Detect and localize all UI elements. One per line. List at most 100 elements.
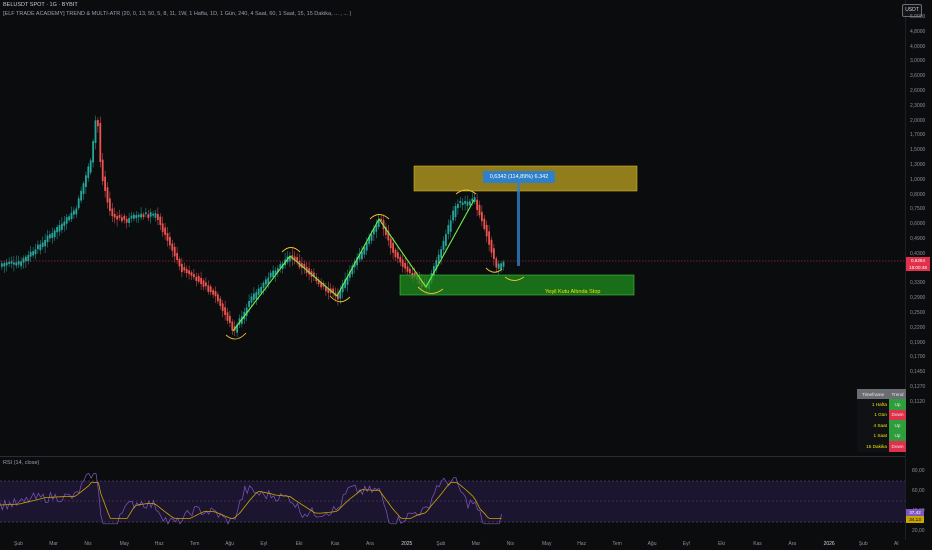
candle-body	[22, 258, 25, 263]
candle-body	[130, 215, 133, 219]
time-axis-label: Eki	[718, 541, 725, 547]
time-axis-label: Mar	[471, 541, 481, 547]
candle-body	[166, 233, 169, 241]
price-axis-label: 6,0000	[910, 14, 926, 20]
current-price-value: 0,6254	[910, 258, 926, 263]
candle-body	[101, 159, 104, 182]
pane-separator[interactable]	[0, 456, 905, 457]
price-candles	[1, 115, 505, 337]
candle-body	[483, 218, 486, 229]
candle-body	[17, 261, 20, 265]
candle-body	[219, 298, 222, 306]
candle-body	[87, 166, 90, 178]
rsi-legend[interactable]: RSI (14, close)	[3, 460, 39, 466]
candle-body	[473, 197, 476, 202]
trend-timeframe: 1 Hafta	[857, 399, 889, 410]
candle-body	[248, 300, 250, 308]
candle-body	[104, 176, 106, 192]
price-axis-label: 1,0000	[910, 176, 926, 183]
zigzag-pattern[interactable]	[232, 199, 475, 332]
time-axis-label: May	[542, 541, 552, 547]
rsi-axis-label: 60,00	[912, 488, 925, 494]
candle-body	[80, 190, 82, 201]
candle-body	[224, 307, 226, 316]
candle-body	[478, 204, 481, 216]
main-chart[interactable]	[0, 0, 932, 550]
time-axis-label: Nis	[84, 541, 92, 547]
candle-body	[495, 258, 498, 268]
candle-body	[181, 263, 183, 273]
candle-body	[1, 263, 3, 267]
indicator-legend[interactable]: [ELF TRADE ACADEMY] TREND & MULTI-ATR (2…	[3, 11, 351, 17]
time-axis-label: Şub	[14, 541, 23, 547]
candle-body	[56, 227, 58, 233]
candle-body	[488, 231, 490, 245]
candle-body	[459, 200, 462, 204]
candle-body	[149, 212, 152, 217]
candle-body	[152, 213, 154, 216]
price-axis-label: 0,3300	[910, 280, 926, 287]
candle-body	[202, 280, 205, 287]
candle-body	[452, 210, 454, 221]
candle-body	[497, 263, 500, 269]
candle-body	[176, 253, 178, 261]
time-axis-label: Eki	[295, 541, 303, 547]
candle-body	[440, 249, 442, 258]
candle-body	[154, 213, 157, 218]
candle-body	[99, 123, 102, 163]
price-axis-label: 0,4900	[910, 236, 926, 242]
candle-body	[260, 286, 262, 293]
stop-label: Yeşil Kutu Altında Stop	[545, 289, 601, 295]
rsi-axis-label: 20,00	[912, 528, 925, 534]
candle-body	[250, 296, 253, 303]
candle-body	[207, 285, 210, 292]
measure-bar[interactable]	[517, 182, 520, 266]
candle-body	[113, 213, 116, 218]
candle-body	[5, 262, 8, 266]
candle-body	[469, 201, 471, 206]
candle-body	[399, 256, 402, 263]
candle-body	[226, 312, 229, 321]
candle-body	[221, 303, 224, 312]
candle-body	[481, 211, 483, 222]
price-range-label[interactable]: 0,6342 (114,89%) 6.342	[483, 171, 555, 183]
symbol-legend[interactable]: BELUSDT SPOT · 1G · BYBIT	[3, 2, 78, 8]
candle-body	[193, 274, 195, 278]
candle-body	[61, 223, 63, 230]
candle-body	[121, 217, 123, 222]
trend-row: 1 Gün Down	[857, 409, 906, 420]
candle-body	[370, 234, 373, 241]
candle-body	[500, 263, 502, 270]
candle-body	[394, 249, 397, 258]
candle-body	[82, 183, 85, 194]
candle-body	[157, 214, 159, 221]
time-axis-label: Kas	[753, 541, 762, 547]
time-axis-label: 2026	[823, 541, 835, 547]
candle-body	[214, 291, 217, 297]
price-axis-label: 0,7500	[910, 206, 926, 213]
price-axis-label: 0,8000	[910, 191, 926, 198]
candle-body	[190, 272, 193, 276]
candle-body	[65, 217, 68, 224]
price-axis-label: 0,2900	[910, 295, 926, 302]
time-axis-label: Nis	[506, 541, 515, 547]
candle-body	[73, 210, 75, 215]
candle-body	[92, 141, 94, 163]
candle-body	[70, 212, 73, 220]
candle-body	[255, 292, 258, 299]
candle-body	[205, 282, 207, 287]
price-axis-label: 0,1450	[910, 369, 926, 376]
price-axis-label: 0,2500	[910, 310, 926, 316]
bar-countdown: 15:00:48	[909, 265, 927, 270]
candle-body	[490, 239, 493, 253]
candle-body	[140, 213, 142, 218]
candle-body	[404, 263, 406, 269]
candle-body	[229, 315, 231, 323]
candle-body	[269, 272, 272, 278]
candle-body	[53, 230, 56, 238]
candle-body	[94, 120, 97, 143]
candle-body	[159, 216, 162, 226]
candle-body	[8, 261, 10, 264]
candle-body	[209, 286, 212, 293]
price-axis-label: 3,6000	[910, 73, 926, 80]
